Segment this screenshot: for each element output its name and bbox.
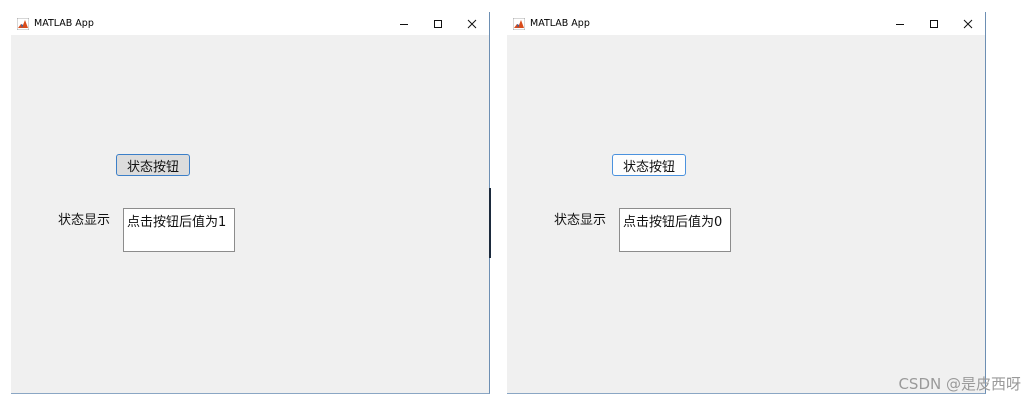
maximize-button[interactable] [917, 12, 951, 35]
maximize-button[interactable] [421, 12, 455, 35]
maximize-icon [434, 19, 442, 28]
matlab-app-window-right: MATLAB App 状态按钮 状态显示 点击按钮后值为0 [507, 12, 986, 394]
state-display-field[interactable]: 点击按钮后值为0 [619, 208, 731, 252]
matlab-logo-icon [513, 17, 525, 30]
state-display-label: 状态显示 [554, 213, 607, 228]
close-icon [963, 19, 973, 28]
maximize-icon [930, 19, 938, 28]
watermark-text: CSDN @是皮西呀 [898, 375, 1021, 393]
minimize-icon [400, 23, 408, 25]
close-button[interactable] [951, 12, 985, 35]
state-toggle-button[interactable]: 状态按钮 [116, 154, 190, 176]
state-display-label: 状态显示 [58, 213, 111, 228]
matlab-app-window-left: MATLAB App 状态按钮 状态显示 点击按钮后值为1 [11, 12, 490, 394]
state-display-field[interactable]: 点击按钮后值为1 [123, 208, 235, 252]
minimize-icon [896, 23, 904, 25]
state-toggle-button[interactable]: 状态按钮 [612, 154, 686, 176]
minimize-button[interactable] [883, 12, 917, 35]
window-controls [387, 12, 489, 35]
close-button[interactable] [455, 12, 489, 35]
minimize-button[interactable] [387, 12, 421, 35]
window-edge-shadow [489, 188, 491, 258]
matlab-logo-icon [17, 17, 29, 30]
close-icon [467, 19, 477, 28]
window-controls [883, 12, 985, 35]
title-bar: MATLAB App [507, 12, 985, 35]
window-title: MATLAB App [530, 18, 590, 29]
window-title: MATLAB App [34, 18, 94, 29]
title-bar: MATLAB App [11, 12, 489, 35]
